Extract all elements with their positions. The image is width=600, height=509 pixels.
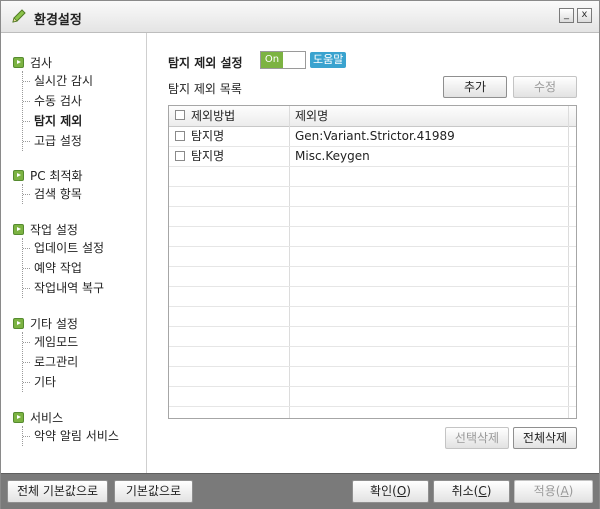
window-title: 환경설정 — [34, 13, 82, 28]
sidebar-item-other[interactable]: 기타 — [23, 372, 78, 392]
sidebar-group-header[interactable]: 서비스 — [13, 408, 119, 426]
sidebar-group-service: 서비스 악약 알림 서비스 — [13, 408, 119, 446]
reset-defaults-button[interactable]: 기본값으로 — [114, 480, 193, 503]
cancel-label: 취소 — [451, 484, 474, 498]
sidebar-group-header[interactable]: 기타 설정 — [13, 314, 78, 332]
table-row-empty — [169, 167, 576, 187]
sidebar-subitems: 업데이트 설정 예약 작업 작업내역 복구 — [22, 238, 104, 298]
ok-label: 확인 — [370, 484, 393, 498]
sidebar-item-scheduled-task[interactable]: 예약 작업 — [23, 258, 104, 278]
title-bar[interactable]: 환경설정 _ x — [1, 1, 599, 33]
arrow-bullet-icon — [13, 411, 24, 423]
table-header: 제외방법 제외명 — [169, 106, 576, 127]
help-link[interactable]: 도움말 — [310, 52, 347, 68]
select-all-checkbox[interactable] — [175, 110, 185, 120]
sidebar-subitems: 실시간 감시 수동 검사 탐지 제외 고급 설정 — [22, 71, 93, 151]
delete-all-button[interactable]: 전체삭제 — [513, 427, 577, 449]
apply-button[interactable]: 적용(A) — [514, 480, 593, 503]
sidebar-group-scan: 검사 실시간 감시 수동 검사 탐지 제외 고급 설정 — [13, 53, 93, 151]
sidebar-item-task-history-restore[interactable]: 작업내역 복구 — [23, 278, 104, 298]
table-row-empty — [169, 227, 576, 247]
toggle-on-label: On — [261, 52, 283, 68]
arrow-bullet-icon — [13, 223, 24, 235]
column-header-name[interactable]: 제외명 — [295, 106, 328, 125]
sidebar-group-label: 서비스 — [30, 410, 64, 425]
edit-button[interactable]: 수정 — [513, 76, 577, 98]
minimize-button[interactable]: _ — [559, 8, 574, 23]
ok-button[interactable]: 확인(O) — [352, 480, 429, 503]
sidebar-item-notification-service[interactable]: 악약 알림 서비스 — [23, 426, 119, 446]
sidebar-group-label: 검사 — [30, 55, 53, 70]
pencil-icon — [12, 9, 26, 23]
arrow-bullet-icon — [13, 317, 24, 329]
sidebar-item-log-management[interactable]: 로그관리 — [23, 352, 78, 372]
add-button[interactable]: 추가 — [443, 76, 507, 98]
column-header-method[interactable]: 제외방법 — [191, 106, 235, 125]
sidebar-item-advanced-settings[interactable]: 고급 설정 — [23, 131, 93, 151]
table-row-empty — [169, 247, 576, 267]
sidebar-item-update-settings[interactable]: 업데이트 설정 — [23, 238, 104, 258]
exclusion-table: 제외방법 제외명 탐지명 Gen:Variant.Strictor.41989 … — [168, 105, 577, 419]
table-row[interactable]: 탐지명 Misc.Keygen — [169, 147, 576, 167]
sidebar-group-other-settings: 기타 설정 게임모드 로그관리 기타 — [13, 314, 78, 392]
row-checkbox[interactable] — [175, 131, 185, 141]
section-title: 탐지 제외 설정 — [168, 56, 243, 70]
close-button[interactable]: x — [577, 8, 592, 23]
settings-window: 환경설정 _ x 검사 실시간 감시 수동 검사 탐지 제외 고급 설정 PC … — [0, 0, 600, 509]
table-row-empty — [169, 207, 576, 227]
sidebar-group-label: 기타 설정 — [30, 316, 78, 331]
cancel-button[interactable]: 취소(C) — [433, 480, 510, 503]
row-exclusion-name: Misc.Keygen — [295, 149, 370, 163]
apply-shortcut: A — [560, 484, 569, 498]
row-method: 탐지명 — [191, 149, 225, 163]
sidebar-item-realtime-monitor[interactable]: 실시간 감시 — [23, 71, 93, 91]
ok-shortcut: O — [396, 484, 407, 498]
sidebar-group-header[interactable]: 작업 설정 — [13, 220, 104, 238]
row-method: 탐지명 — [191, 129, 225, 143]
table-row[interactable]: 탐지명 Gen:Variant.Strictor.41989 — [169, 127, 576, 147]
table-row-empty — [169, 267, 576, 287]
apply-label: 적용 — [533, 484, 556, 498]
table-row-empty — [169, 307, 576, 327]
sidebar-subitems: 게임모드 로그관리 기타 — [22, 332, 78, 392]
sidebar-group-label: 작업 설정 — [30, 222, 78, 237]
main-panel: 탐지 제외 설정 On 도움말 탐지 제외 목록 추가 수정 제외방법 제외명 … — [147, 33, 599, 473]
table-row-empty — [169, 387, 576, 407]
delete-selected-button[interactable]: 선택삭제 — [445, 427, 509, 449]
sidebar-nav: 검사 실시간 감시 수동 검사 탐지 제외 고급 설정 PC 최적화 검색 항목… — [1, 33, 147, 473]
sidebar-item-detection-exclusion[interactable]: 탐지 제외 — [23, 111, 93, 131]
cancel-shortcut: C — [478, 484, 487, 498]
sidebar-group-header[interactable]: 검사 — [13, 53, 93, 71]
row-exclusion-name: Gen:Variant.Strictor.41989 — [295, 129, 455, 143]
footer-bar: 전체 기본값으로 기본값으로 확인(O) 취소(C) 적용(A) — [1, 473, 599, 509]
sidebar-subitems: 악약 알림 서비스 — [22, 426, 119, 446]
sidebar-group-task-settings: 작업 설정 업데이트 설정 예약 작업 작업내역 복구 — [13, 220, 104, 298]
arrow-bullet-icon — [13, 169, 24, 181]
table-row-empty — [169, 367, 576, 387]
table-row-empty — [169, 347, 576, 367]
sidebar-item-manual-scan[interactable]: 수동 검사 — [23, 91, 93, 111]
table-row-empty — [169, 187, 576, 207]
sidebar-subitems: 검색 항목 — [22, 184, 83, 204]
sidebar-item-game-mode[interactable]: 게임모드 — [23, 332, 78, 352]
row-checkbox[interactable] — [175, 151, 185, 161]
sidebar-group-pc-optimize: PC 최적화 검색 항목 — [13, 166, 83, 204]
exclusion-list-label: 탐지 제외 목록 — [168, 82, 242, 96]
sidebar-group-label: PC 최적화 — [30, 168, 83, 183]
reset-all-defaults-button[interactable]: 전체 기본값으로 — [7, 480, 108, 503]
table-row-empty — [169, 327, 576, 347]
arrow-bullet-icon — [13, 56, 24, 68]
table-row-empty — [169, 287, 576, 307]
sidebar-item-search-items[interactable]: 검색 항목 — [23, 184, 83, 204]
sidebar-group-header[interactable]: PC 최적화 — [13, 166, 83, 184]
exclusion-toggle[interactable]: On — [260, 51, 306, 69]
